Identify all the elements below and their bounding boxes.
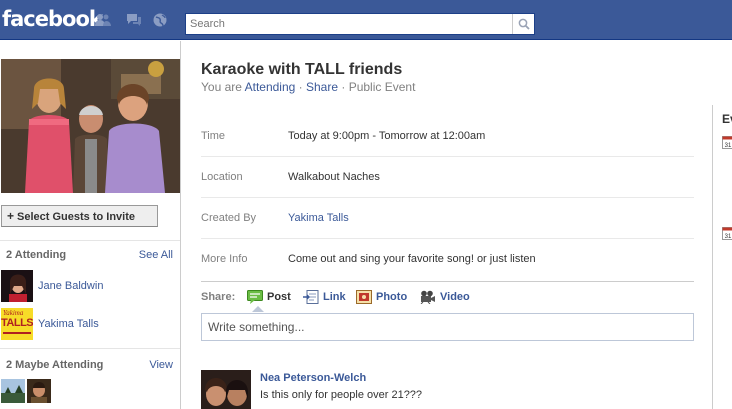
maybe-attending-heading: 2 Maybe Attending xyxy=(6,359,104,371)
event-subtitle: You are Attending · Share · Public Event xyxy=(201,80,415,94)
avatar[interactable]: Yakima TALLS xyxy=(1,308,33,340)
detail-value: Come out and sing your favorite song! or… xyxy=(288,253,536,265)
share-bar: Share: Post Link Photo Video xyxy=(201,281,694,312)
notifications-globe-icon[interactable] xyxy=(152,13,168,27)
link-icon xyxy=(303,290,319,304)
avatar-logo-text: TALLS xyxy=(1,317,33,329)
share-post-tab[interactable]: Post xyxy=(247,289,291,305)
guest-row-yakima-talls[interactable]: Yakima TALLS Yakima Talls xyxy=(1,308,171,340)
avatar[interactable] xyxy=(1,270,33,302)
select-guests-label: Select Guests to Invite xyxy=(17,211,135,223)
facebook-logo[interactable]: facebook xyxy=(2,7,103,31)
detail-label: Created By xyxy=(201,212,257,224)
magnifier-icon xyxy=(518,18,530,30)
select-guests-button[interactable]: + Select Guests to Invite xyxy=(1,205,158,227)
share-video-tab[interactable]: Video xyxy=(420,289,470,305)
share-caret xyxy=(252,306,264,312)
right-sidebar-heading: Ev xyxy=(722,112,732,126)
view-maybe-link[interactable]: View xyxy=(149,359,173,371)
event-title: Karaoke with TALL friends xyxy=(201,61,403,78)
share-photo-label: Photo xyxy=(376,291,408,303)
search-box xyxy=(185,13,535,35)
avatar-logo-rule xyxy=(3,332,31,334)
search-button[interactable] xyxy=(512,14,534,34)
share-label: Share: xyxy=(201,291,236,303)
detail-label: More Info xyxy=(201,253,248,265)
status-composer-input[interactable] xyxy=(202,314,693,340)
search-input[interactable] xyxy=(186,14,512,34)
separator-dot: · xyxy=(295,80,306,94)
post-author-link[interactable]: Nea Peterson-Welch xyxy=(260,372,366,384)
calendar-icon[interactable]: 31 xyxy=(722,136,732,149)
maybe-guest-avatar[interactable] xyxy=(1,379,25,403)
messages-icon[interactable] xyxy=(126,13,142,27)
post-icon xyxy=(247,290,263,304)
detail-row-more-info: More Info Come out and sing your favorit… xyxy=(201,239,694,280)
rsvp-status-link[interactable]: Attending xyxy=(245,80,296,94)
attending-heading: 2 Attending xyxy=(6,249,67,261)
calendar-day-number: 31 xyxy=(725,143,732,149)
left-sidebar: + Select Guests to Invite 2 Attending See… xyxy=(0,41,181,409)
divider xyxy=(0,240,180,241)
share-link-tab[interactable]: Link xyxy=(303,289,346,305)
post-text: Is this only for people over 21??? xyxy=(260,389,423,401)
creator-link[interactable]: Yakima Talls xyxy=(288,212,349,224)
post-author-avatar[interactable] xyxy=(201,370,251,409)
separator-dot: · xyxy=(338,80,349,94)
composer-box xyxy=(201,313,694,341)
maybe-guest-avatar[interactable] xyxy=(27,379,51,403)
see-all-link[interactable]: See All xyxy=(139,249,173,261)
right-sidebar xyxy=(712,105,732,409)
rsvp-prefix: You are xyxy=(201,80,245,94)
avatar-logo-small-text: Yakima xyxy=(3,309,24,317)
video-camera-icon xyxy=(420,290,435,304)
friend-requests-icon[interactable] xyxy=(95,13,111,27)
share-post-label: Post xyxy=(267,291,291,303)
detail-row-location: Location Walkabout Naches xyxy=(201,157,694,198)
top-navigation-bar: facebook xyxy=(0,0,732,40)
detail-label: Time xyxy=(201,130,226,142)
detail-value: Today at 9:00pm - Tomorrow at 12:00am xyxy=(288,130,486,142)
event-privacy: Public Event xyxy=(348,80,416,94)
share-photo-tab[interactable]: Photo xyxy=(356,289,407,305)
detail-row-created-by: Created By Yakima Talls xyxy=(201,198,694,239)
share-video-label: Video xyxy=(440,291,470,303)
calendar-day-number: 31 xyxy=(725,234,732,240)
share-link-label: Link xyxy=(323,291,346,303)
guest-name[interactable]: Jane Baldwin xyxy=(38,280,103,292)
detail-label: Location xyxy=(201,171,243,183)
share-event-link[interactable]: Share xyxy=(306,80,338,94)
photo-icon xyxy=(356,290,372,304)
plus-icon: + xyxy=(7,209,15,223)
guest-name[interactable]: Yakima Talls xyxy=(38,318,99,330)
detail-row-time: Time Today at 9:00pm - Tomorrow at 12:00… xyxy=(201,116,694,157)
divider xyxy=(0,348,180,349)
guest-row-jane-baldwin[interactable]: Jane Baldwin xyxy=(1,270,171,302)
detail-value: Walkabout Naches xyxy=(288,171,380,183)
calendar-icon[interactable]: 31 xyxy=(722,227,732,240)
event-photo[interactable] xyxy=(1,59,180,193)
